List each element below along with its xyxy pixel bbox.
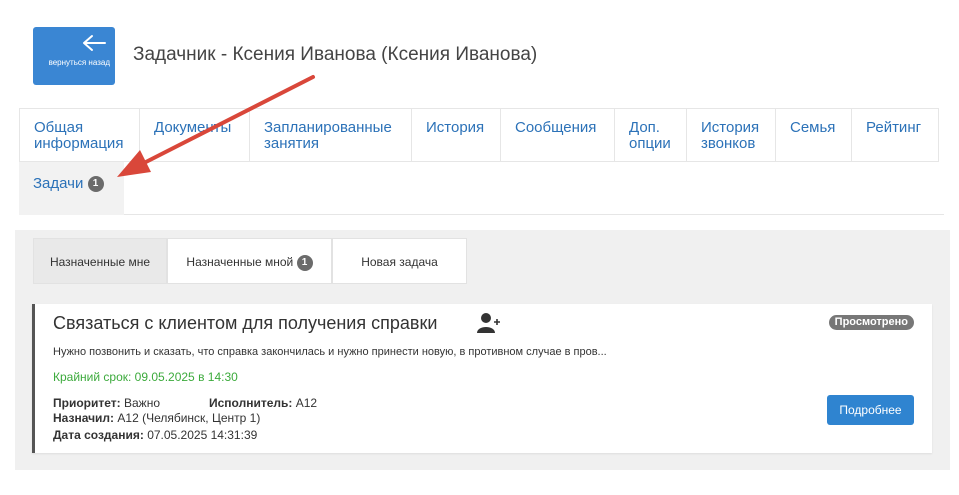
subtab-label: Назначенные мне [49,255,151,269]
arrow-left-icon [83,35,106,51]
priority-value: Важно [123,396,160,410]
tab-label: Задачи [33,175,84,192]
tab-label: Запланированные занятия [264,119,392,152]
back-button[interactable]: вернуться назад [33,27,115,85]
assigned-by-label: Назначил: [53,411,115,425]
subtab-assigned-to-me[interactable]: Назначенные мне [33,238,167,284]
tab-general-info[interactable]: Общая информация [19,108,140,162]
tab-label: Документы [154,119,232,136]
tab-label: Доп. опции [629,119,671,152]
tab-rating[interactable]: Рейтинг [852,108,939,162]
task-card: Связаться с клиентом для получения справ… [32,304,932,453]
tasks-count-badge: 1 [87,176,104,193]
task-priority: Приоритет: Важно [53,396,160,410]
tab-bar: Общая информация Документы Запланированн… [19,108,939,216]
tab-label: История звонков [701,119,760,152]
tab-label: Сообщения [515,119,597,136]
task-deadline: Крайний срок: 09.05.2025 в 14:30 [53,370,238,384]
task-assigned-by: Назначил: А12 (Челябинск, Центр 1) [53,411,260,425]
task-description: Нужно позвонить и сказать, что справка з… [53,346,607,358]
subtab-new-task[interactable]: Новая задача [332,238,467,284]
tab-call-history[interactable]: История звонков [687,108,776,162]
task-title: Связаться с клиентом для получения справ… [53,313,438,333]
tab-tasks[interactable]: Задачи 1 [19,162,124,215]
executor-value: А12 [295,396,318,410]
created-label: Дата создания: [53,428,144,442]
tab-family[interactable]: Семья [776,108,852,162]
subtab-label: Новая задача [361,255,438,269]
user-plus-icon[interactable] [476,312,502,334]
tasks-panel: Назначенные мне Назначенные мной 1 Новая… [15,230,950,470]
tab-label: История [426,119,485,136]
tab-label: Семья [790,119,836,136]
subtab-label: Назначенные мной [186,255,294,269]
subtab-assigned-by-me[interactable]: Назначенные мной 1 [167,238,332,284]
tab-history[interactable]: История [412,108,501,162]
tab-label: Рейтинг [866,119,922,136]
tab-scheduled-lessons[interactable]: Запланированные занятия [250,108,412,162]
assigned-by-value: А12 (Челябинск, Центр 1) [117,411,261,425]
tab-extra-options[interactable]: Доп. опции [615,108,687,162]
tab-documents[interactable]: Документы [140,108,250,162]
tab-label: Общая информация [34,119,124,152]
back-button-label: вернуться назад [48,58,110,67]
status-badge: Просмотрено [828,315,914,330]
page-title: Задачник - Ксения Иванова (Ксения Иванов… [133,44,538,65]
priority-label: Приоритет: [53,396,121,410]
task-executor: Исполнитель: А12 [209,396,317,410]
executor-label: Исполнитель: [209,396,293,410]
task-created: Дата создания: 07.05.2025 14:31:39 [53,428,257,442]
details-button[interactable]: Подробнее [827,395,914,425]
tab-messages[interactable]: Сообщения [501,108,615,162]
tabs-divider [124,214,944,215]
assigned-by-me-badge: 1 [296,254,313,271]
created-value: 07.05.2025 14:31:39 [147,428,258,442]
